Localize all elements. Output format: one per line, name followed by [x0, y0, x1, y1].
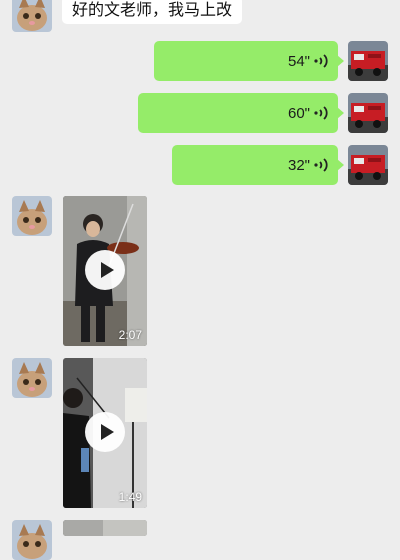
voice-message-bubble[interactable]: 54" — [154, 41, 344, 81]
contact-avatar[interactable] — [12, 358, 52, 398]
voice-duration: 32" — [287, 156, 310, 174]
voice-duration: 60" — [287, 104, 310, 122]
contact-avatar[interactable] — [12, 0, 52, 32]
cat-avatar-icon — [12, 358, 52, 398]
cat-avatar-icon — [12, 520, 52, 560]
voice-wave-icon — [314, 54, 328, 68]
message-text: 好的文老师，我马上改 — [72, 0, 233, 19]
video-duration: 1:49 — [118, 490, 142, 504]
play-icon — [100, 262, 114, 278]
video-thumbnail — [63, 520, 147, 536]
video-message[interactable]: 2:07 — [63, 196, 147, 346]
cat-avatar-icon — [12, 0, 52, 32]
incoming-text-bubble[interactable]: 好的文老师，我马上改 — [62, 0, 243, 24]
cat-avatar-icon — [12, 196, 52, 236]
contact-avatar[interactable] — [12, 196, 52, 236]
contact-avatar[interactable] — [12, 520, 52, 560]
voice-message-bubble[interactable]: 32" — [172, 145, 344, 185]
my-avatar[interactable] — [348, 145, 388, 185]
play-icon — [100, 424, 114, 440]
voice-duration: 54" — [287, 52, 310, 70]
video-message[interactable] — [63, 520, 147, 536]
play-button[interactable] — [85, 412, 125, 452]
video-duration: 2:07 — [118, 328, 142, 342]
red-truck-avatar-icon — [348, 145, 388, 185]
my-avatar[interactable] — [348, 93, 388, 133]
play-button[interactable] — [85, 250, 125, 290]
voice-wave-icon — [314, 106, 328, 120]
video-message[interactable]: 1:49 — [63, 358, 147, 508]
my-avatar[interactable] — [348, 41, 388, 81]
voice-wave-icon — [314, 158, 328, 172]
voice-message-bubble[interactable]: 60" — [138, 93, 344, 133]
red-truck-avatar-icon — [348, 93, 388, 133]
red-truck-avatar-icon — [348, 41, 388, 81]
